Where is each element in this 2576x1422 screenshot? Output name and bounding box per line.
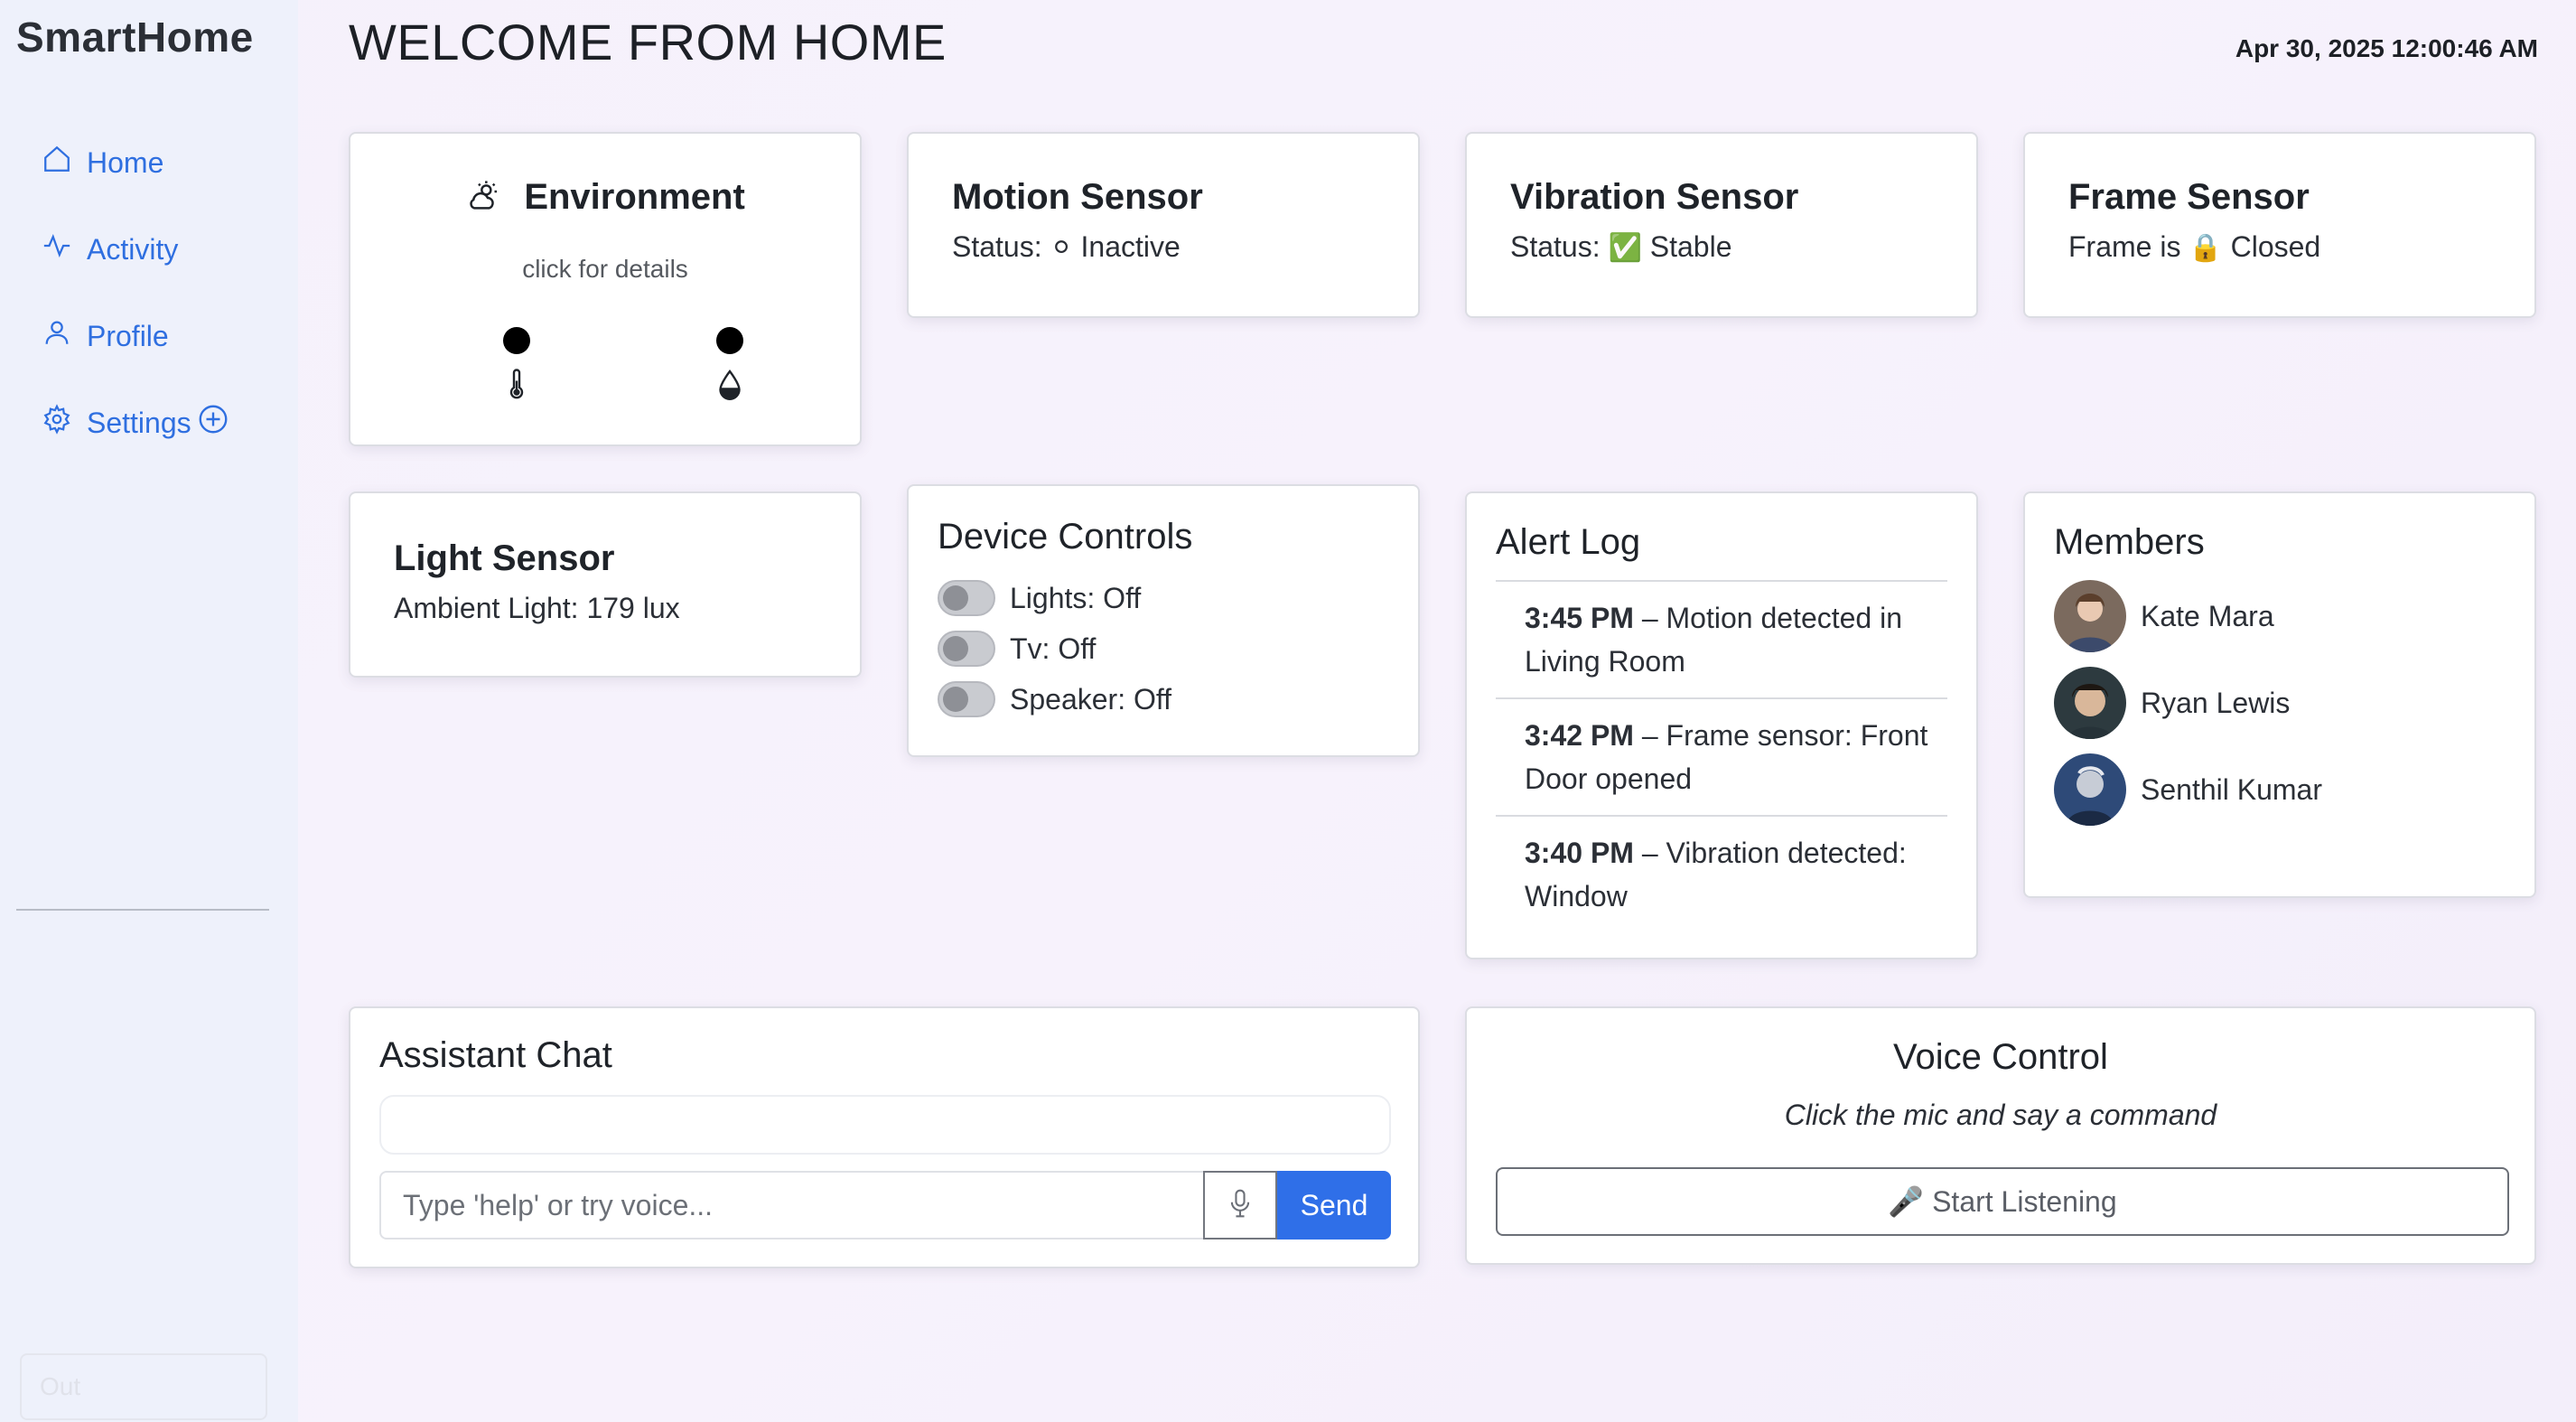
avatar bbox=[2054, 753, 2126, 826]
member-name: Senthil Kumar bbox=[2141, 772, 2322, 806]
mic-button[interactable] bbox=[1203, 1171, 1277, 1240]
logout-button[interactable]: Out bbox=[20, 1353, 267, 1420]
light-title: Light Sensor bbox=[394, 538, 615, 578]
light-reading: Ambient Light: 179 lux bbox=[394, 592, 680, 624]
frame-sensor-card: Frame Sensor Frame is 🔒 Closed bbox=[2023, 132, 2536, 318]
speaker-toggle[interactable] bbox=[938, 681, 995, 717]
status-value: Stable bbox=[1649, 230, 1732, 263]
voice-hint: Click the mic and say a command bbox=[1784, 1099, 2217, 1131]
alert-log-title: Alert Log bbox=[1496, 522, 1641, 562]
device-row-lights: Lights: Off bbox=[938, 580, 1141, 616]
members-title: Members bbox=[2054, 522, 2205, 562]
alert-time: 3:42 PM bbox=[1525, 719, 1634, 752]
alert-time: 3:40 PM bbox=[1525, 837, 1634, 869]
microphone-icon bbox=[1228, 1188, 1252, 1223]
light-sensor-card: Light Sensor Ambient Light: 179 lux bbox=[349, 491, 862, 678]
brand-logo[interactable]: SmartHome bbox=[16, 13, 254, 61]
start-listening-label: 🎤 Start Listening bbox=[1888, 1185, 2117, 1218]
motion-sensor-card: Motion Sensor Status: ⚪ Inactive bbox=[907, 132, 1420, 318]
member-name: Kate Mara bbox=[2141, 599, 2274, 632]
alert-item: 3:40 PM – Vibration detected: Window bbox=[1525, 831, 1940, 918]
sidebar-item-settings[interactable]: Settings bbox=[42, 396, 244, 450]
vibration-title: Vibration Sensor bbox=[1510, 177, 1799, 217]
vibration-status: Status: ✅ Stable bbox=[1510, 230, 1798, 264]
start-listening-button[interactable]: 🎤 Start Listening bbox=[1496, 1167, 2509, 1236]
tv-toggle[interactable] bbox=[938, 631, 995, 667]
device-label: Lights: Off bbox=[1010, 581, 1142, 614]
sidebar-item-profile[interactable]: Profile bbox=[42, 309, 244, 363]
alert-time: 3:45 PM bbox=[1525, 602, 1634, 634]
device-label: Speaker: Off bbox=[1010, 682, 1172, 716]
alert-item: 3:42 PM – Frame sensor: Front Door opene… bbox=[1525, 714, 1940, 800]
logout-label: Out bbox=[40, 1372, 81, 1400]
voice-control-card: Voice Control Click the mic and say a co… bbox=[1465, 1006, 2536, 1265]
avatar bbox=[2054, 667, 2126, 739]
droplet-icon bbox=[712, 369, 748, 406]
sidebar-item-label: Activity bbox=[87, 232, 179, 266]
humidity-value-dot bbox=[716, 327, 743, 354]
device-row-tv: Tv: Off bbox=[938, 631, 1096, 667]
chat-history bbox=[379, 1095, 1391, 1155]
lights-toggle[interactable] bbox=[938, 580, 995, 616]
status-value: Closed bbox=[2230, 230, 2321, 263]
status-value: Inactive bbox=[1080, 230, 1181, 263]
alert-item: 3:45 PM – Motion detected in Living Room bbox=[1525, 596, 1940, 683]
lock-icon: 🔒 bbox=[2189, 232, 2223, 264]
member-item[interactable]: Senthil Kumar bbox=[2054, 753, 2322, 826]
alert-divider bbox=[1496, 697, 1947, 699]
user-icon bbox=[42, 317, 87, 355]
status-label: Status: bbox=[1510, 230, 1601, 263]
member-item[interactable]: Kate Mara bbox=[2054, 580, 2274, 652]
frame-status: Frame is 🔒 Closed bbox=[2068, 230, 2320, 264]
activity-icon bbox=[42, 230, 87, 268]
avatar bbox=[2054, 580, 2126, 652]
sidebar-item-label: Profile bbox=[87, 319, 169, 352]
gear-icon bbox=[42, 404, 87, 442]
motion-title: Motion Sensor bbox=[952, 177, 1203, 217]
timestamp: Apr 30, 2025 12:00:46 AM bbox=[2235, 34, 2538, 62]
sidebar-item-label: Settings bbox=[87, 406, 191, 439]
environment-card[interactable]: Environment click for details bbox=[349, 132, 862, 446]
alert-divider bbox=[1496, 580, 1947, 582]
frame-title: Frame Sensor bbox=[2068, 177, 2310, 217]
sidebar-item-home[interactable]: Home bbox=[42, 136, 244, 190]
member-name: Ryan Lewis bbox=[2141, 686, 2291, 719]
sidebar-item-activity[interactable]: Activity bbox=[42, 222, 244, 276]
motion-status: Status: ⚪ Inactive bbox=[952, 230, 1203, 264]
plus-circle-icon[interactable] bbox=[191, 403, 244, 443]
sidebar-nav: Home Activity Profile Settings bbox=[42, 136, 244, 482]
alert-divider bbox=[1496, 815, 1947, 817]
sidebar-item-label: Home bbox=[87, 145, 164, 179]
temperature-stat bbox=[499, 327, 535, 406]
device-controls-card: Device Controls Lights: Off Tv: Off Spea… bbox=[907, 484, 1420, 757]
status-label: Frame is bbox=[2068, 230, 2181, 263]
status-label: Status: bbox=[952, 230, 1042, 263]
circle-icon: ⚪ bbox=[1050, 232, 1073, 264]
assistant-chat-title: Assistant Chat bbox=[379, 1035, 612, 1075]
device-row-speaker: Speaker: Off bbox=[938, 681, 1171, 717]
sidebar: SmartHome Home Activity Profile Settings bbox=[0, 0, 298, 1422]
assistant-chat-card: Assistant Chat Send bbox=[349, 1006, 1420, 1268]
chat-input[interactable] bbox=[379, 1171, 1205, 1240]
thermometer-icon bbox=[499, 369, 535, 406]
page-title: WELCOME FROM HOME bbox=[349, 14, 947, 70]
device-label: Tv: Off bbox=[1010, 631, 1097, 665]
check-icon: ✅ bbox=[1608, 232, 1642, 264]
voice-control-title: Voice Control bbox=[1893, 1037, 2108, 1077]
home-icon bbox=[42, 144, 87, 182]
temperature-value-dot bbox=[503, 327, 530, 354]
cloud-sun-icon bbox=[465, 177, 524, 217]
vibration-sensor-card: Vibration Sensor Status: ✅ Stable bbox=[1465, 132, 1978, 318]
send-button[interactable]: Send bbox=[1277, 1171, 1391, 1240]
environment-hint: click for details bbox=[522, 255, 688, 283]
members-card: Members Kate Mara Ryan Lewis Senthil Kum… bbox=[2023, 491, 2536, 898]
humidity-stat bbox=[712, 327, 748, 406]
device-controls-title: Device Controls bbox=[938, 517, 1193, 557]
member-item[interactable]: Ryan Lewis bbox=[2054, 667, 2290, 739]
environment-title-text: Environment bbox=[524, 177, 745, 217]
sidebar-divider bbox=[16, 909, 269, 911]
alert-log-card: Alert Log 3:45 PM – Motion detected in L… bbox=[1465, 491, 1978, 959]
environment-title: Environment bbox=[350, 177, 860, 218]
